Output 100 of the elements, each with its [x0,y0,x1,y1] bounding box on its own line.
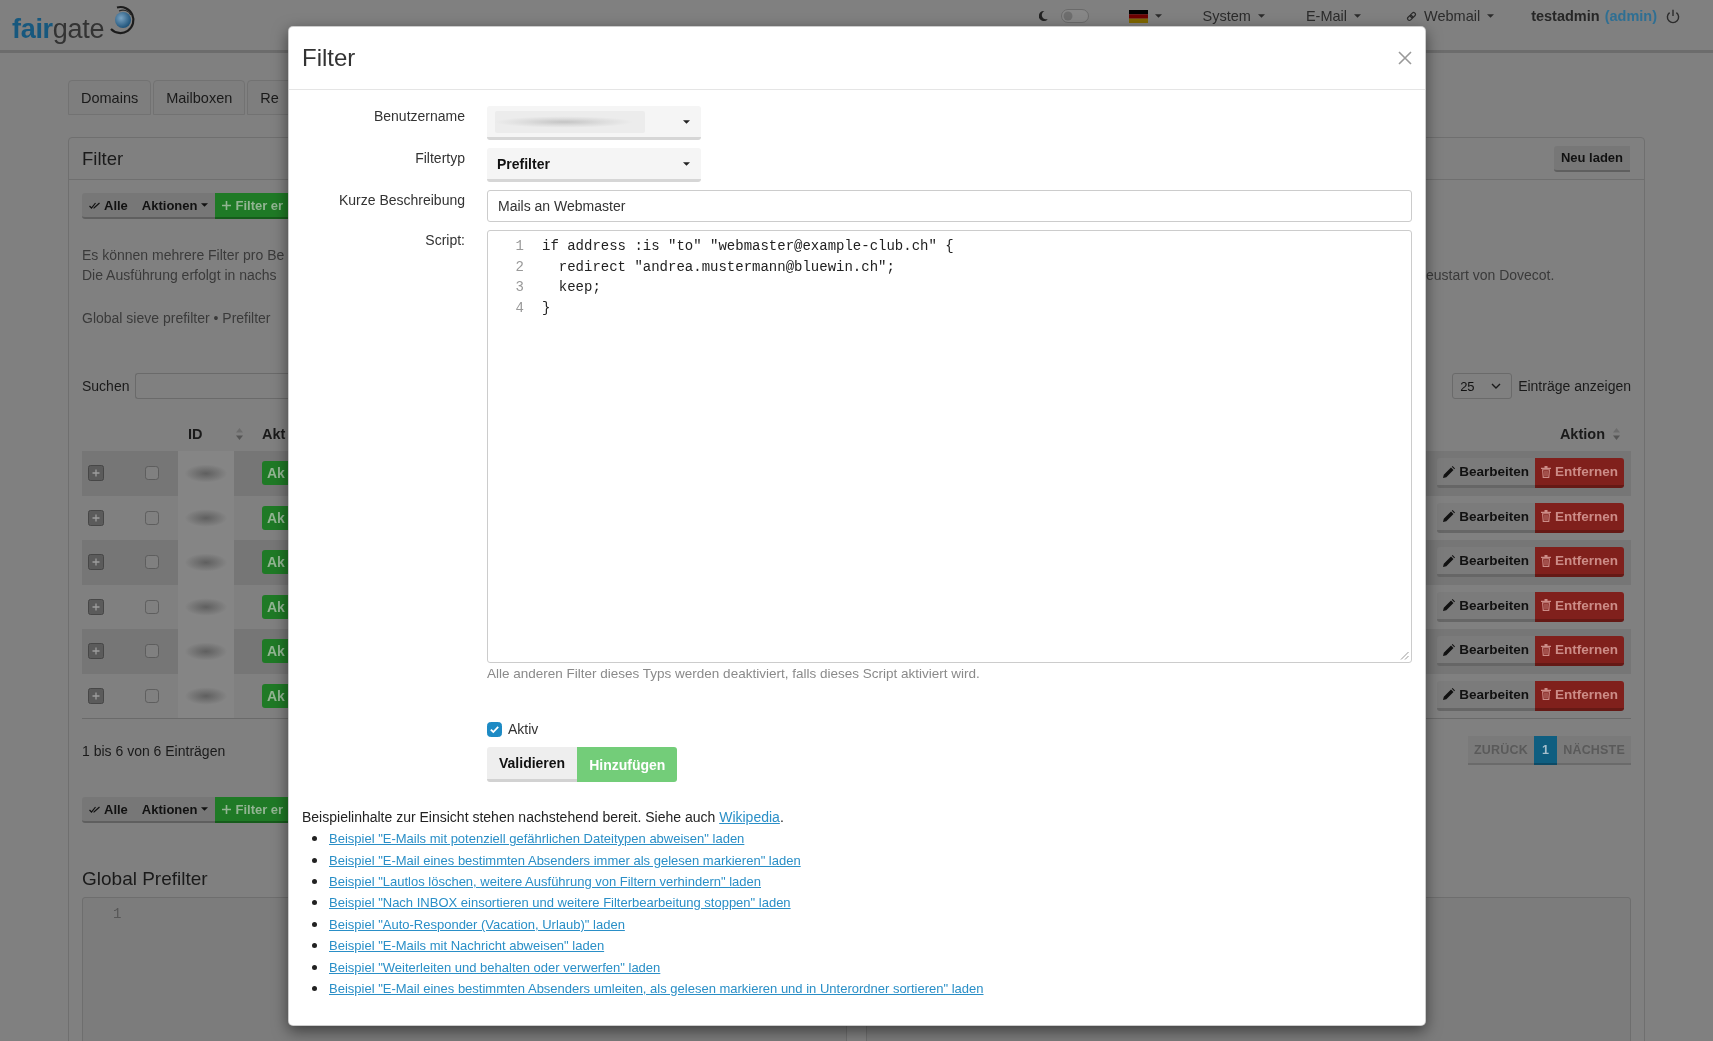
status-button[interactable]: Ak [262,505,288,530]
bullet-icon [312,964,317,970]
checkbox-label[interactable]: Aktiv [508,721,539,737]
double-check-icon [89,201,100,209]
logo-text[interactable]: fairgate [12,16,105,43]
example-link[interactable]: Beispiel "Weiterleiten und behalten oder verwerfen" laden [329,959,661,975]
pagination-button[interactable]: 1 [1534,736,1558,765]
reload-button[interactable]: Neu laden [1553,145,1630,172]
status-button[interactable]: Ak [262,683,288,708]
checkbox[interactable] [145,510,159,525]
select-field[interactable] [487,106,701,140]
status-button[interactable]: Ak [262,550,288,575]
status-button[interactable]: Ak [262,461,288,486]
sort-icon[interactable] [1613,428,1620,440]
example-link[interactable]: Beispiel "E-Mail eines bestimmten Absenders immer als gelesen markieren" laden [329,852,801,868]
remove-button[interactable]: Entfernen [1535,591,1624,622]
field-label: Filtertyp [415,149,465,168]
bullet-icon [312,878,317,884]
line-number: 4 [514,298,524,318]
modal-title: Filter [302,44,356,72]
toggle-switch[interactable] [1060,9,1089,23]
tab[interactable]: Domains [68,80,152,115]
caret-icon [201,203,209,207]
text-input[interactable]: Mails an Webmaster [487,190,1412,222]
nav-menu[interactable]: System [1202,8,1265,24]
select-all-button[interactable]: Alle [82,797,135,823]
text-link[interactable]: Wikipedia [719,809,780,825]
status-button[interactable]: Ak [262,594,288,619]
column-header[interactable]: Akt [262,426,286,442]
example-link[interactable]: Beispiel "E-Mail eines bestimmten Absenders umleiten, als gelesen markieren und in Unterordner sortieren" laden [329,980,984,996]
help-text: Alle anderen Filter dieses Typs werden deaktiviert, falls dieses Script aktiviert wird. [487,665,980,683]
sort-icon[interactable] [236,428,243,440]
plus-icon [222,200,232,210]
plus-square-icon[interactable] [88,643,104,660]
code-line: redirect "andrea.mustermann@bluewin.ch"; [557,257,895,277]
remove-button[interactable]: Entfernen [1535,547,1624,578]
example-link[interactable]: Beispiel "Lautlos löschen, weitere Ausführung von Filtern verhindern" laden [329,873,761,889]
nav-menu[interactable]: Webmail [1406,8,1495,24]
edit-button[interactable]: Bearbeiten [1437,591,1535,622]
validate-button[interactable]: Validieren [487,747,578,782]
checkbox[interactable] [145,644,159,659]
code-editor[interactable]: 1 if address :is "to" "webmaster@example-club.ch" { 2 redirect "andrea.mustermann@bluewin.ch"; 3 keep; 4 } [487,230,1412,663]
panel-title: Filter [82,147,124,170]
field-label: Script: [425,231,465,250]
page-size-select[interactable]: 25 [1452,373,1513,399]
tab[interactable]: Mailboxen [153,80,246,115]
edit-button[interactable]: Bearbeiten [1437,458,1535,489]
plus-square-icon[interactable] [88,598,104,615]
checkbox[interactable] [145,688,159,703]
pencil-icon [1443,510,1456,523]
blurred-text [178,673,234,718]
plus-square-icon[interactable] [88,554,104,571]
example-link[interactable]: Beispiel "Nach INBOX einsortieren und weitere Filterbearbeitung stoppen" laden [329,895,791,911]
actions-dropdown[interactable]: Aktionen [134,193,216,219]
remove-button[interactable]: Entfernen [1535,502,1624,533]
caret-icon [683,119,690,124]
example-link[interactable]: Beispiel "E-Mails mit potenziell gefährlichen Dateitypen abweisen" laden [329,831,745,847]
checkbox[interactable] [487,721,502,737]
column-header[interactable]: Aktion [1559,426,1605,442]
power-icon[interactable] [1666,8,1680,24]
intro-text: eustart von Dovecot. [1426,266,1555,285]
edit-button[interactable]: Bearbeiten [1437,680,1535,711]
remove-button[interactable]: Entfernen [1535,680,1624,711]
edit-button[interactable]: Bearbeiten [1437,636,1535,667]
edit-button[interactable]: Bearbeiten [1437,502,1535,533]
flag-icon [1128,9,1148,23]
example-link[interactable]: Beispiel "Auto-Responder (Vacation, Urlaub)" laden [329,916,625,932]
remove-button[interactable]: Entfernen [1535,636,1624,667]
nav-menu[interactable]: E-Mail [1305,8,1361,24]
intro-text: Es können mehrere Filter pro Be [82,246,285,265]
checkbox[interactable] [145,466,159,481]
add-filter-button[interactable]: Filter er [215,797,288,823]
select-all-button[interactable]: Alle [82,193,135,219]
plus-square-icon[interactable] [88,687,104,704]
edit-button[interactable]: Bearbeiten [1437,547,1535,578]
link-icon [1406,10,1417,22]
example-link[interactable]: Beispiel "E-Mails mit Nachricht abweisen" laden [329,938,605,954]
moon-icon[interactable] [1038,10,1048,22]
caret-icon [1257,14,1265,18]
checkbox[interactable] [145,555,159,570]
close-icon[interactable] [1398,51,1412,65]
remove-button[interactable]: Entfernen [1535,458,1624,489]
status-button[interactable]: Ak [262,639,288,664]
add-filter-button[interactable]: Filter er [215,193,288,219]
pencil-icon [1443,688,1456,701]
caret-icon [1354,14,1361,18]
blurred-text [178,451,234,496]
trash-icon [1541,465,1551,478]
checkbox[interactable] [145,599,159,614]
search-field[interactable] [135,373,288,399]
code-line: if address :is "to" "webmaster@example-club.ch" { [542,237,954,256]
plus-square-icon[interactable] [88,465,104,482]
user-name[interactable]: testadmin [1531,8,1600,24]
actions-dropdown[interactable]: Aktionen [134,797,216,823]
add-button[interactable]: Hinzufügen [577,747,678,782]
language-menu[interactable] [1128,9,1162,23]
resize-grip-icon[interactable] [1400,651,1409,660]
select-field[interactable]: Prefilter [487,148,701,182]
plus-square-icon[interactable] [88,509,104,526]
column-header[interactable]: ID [188,426,203,442]
